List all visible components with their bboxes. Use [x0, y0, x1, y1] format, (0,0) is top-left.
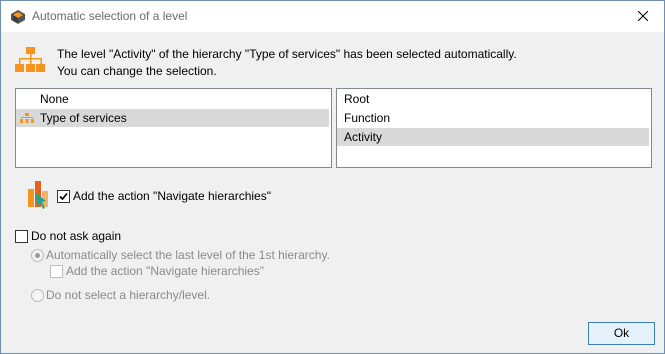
auto-navigate-checkbox[interactable]	[50, 265, 63, 278]
do-not-ask-label[interactable]: Do not ask again	[31, 229, 121, 243]
close-button[interactable]	[629, 5, 657, 27]
radio-dot	[35, 253, 40, 258]
title-bar[interactable]: Automatic selection of a level	[1, 1, 664, 32]
navigate-checkbox[interactable]	[57, 190, 70, 203]
navigate-icon	[28, 181, 48, 209]
hierarchy-list[interactable]: None Type of services	[15, 88, 332, 168]
level-list[interactable]: Root Function Activity	[336, 88, 652, 168]
message-line-1: The level "Activity" of the hierarchy "T…	[57, 47, 517, 61]
auto-select-label[interactable]: Automatically select the last level of t…	[46, 248, 330, 262]
check-icon	[59, 192, 68, 201]
hierarchy-item-label: Type of services	[40, 111, 127, 125]
level-item-function[interactable]: Function	[337, 109, 649, 127]
level-item-label: Root	[344, 92, 370, 106]
navigate-label[interactable]: Add the action "Navigate hierarchies"	[73, 189, 271, 203]
level-item-activity[interactable]: Activity	[337, 128, 649, 146]
hierarchy-item-label: None	[40, 92, 69, 106]
no-select-radio[interactable]	[31, 289, 44, 302]
app-icon	[10, 9, 26, 25]
ok-button[interactable]: Ok	[588, 322, 655, 345]
hierarchy-icon	[20, 112, 34, 124]
auto-navigate-label[interactable]: Add the action "Navigate hierarchies"	[66, 264, 264, 278]
level-item-root[interactable]: Root	[337, 90, 649, 108]
do-not-ask-checkbox[interactable]	[15, 230, 28, 243]
window-title: Automatic selection of a level	[32, 9, 188, 23]
auto-select-radio[interactable]	[31, 249, 44, 262]
hierarchy-item-none[interactable]: None	[16, 90, 329, 108]
hierarchy-icon	[15, 46, 45, 76]
hierarchy-item-type-of-services[interactable]: Type of services	[16, 109, 329, 127]
dialog-window: Automatic selection of a level The level…	[0, 0, 665, 354]
message-line-2: You can change the selection.	[57, 64, 217, 78]
level-item-label: Function	[344, 111, 391, 125]
level-item-label: Activity	[344, 130, 383, 144]
no-select-label[interactable]: Do not select a hierarchy/level.	[46, 288, 210, 302]
close-icon	[637, 10, 649, 22]
